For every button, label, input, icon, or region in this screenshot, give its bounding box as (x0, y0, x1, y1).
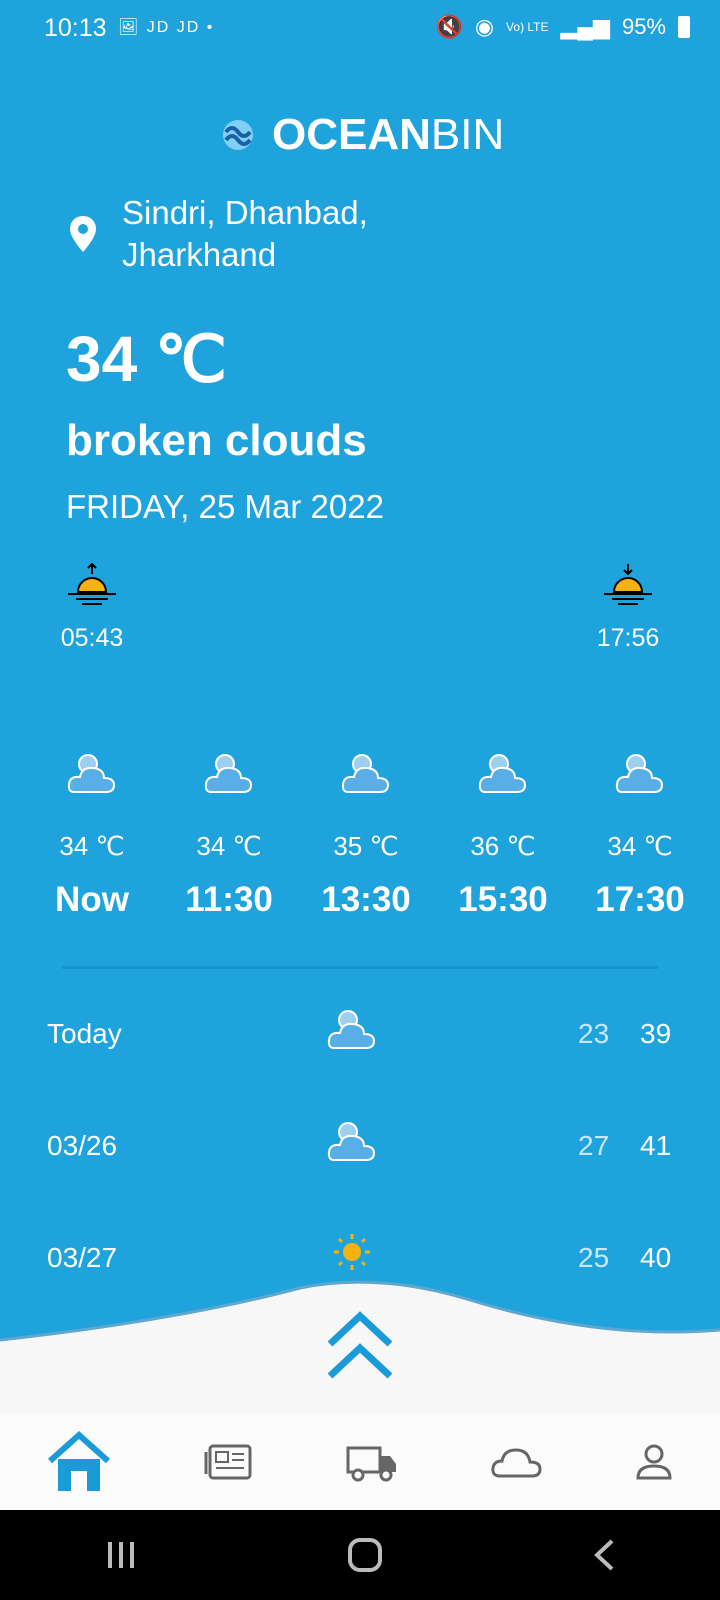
hourly-temp: 35 ℃ (333, 831, 399, 861)
daily-day: 03/27 (47, 1242, 118, 1273)
oceanbin-logo-icon (223, 120, 253, 150)
location: Sindri, Dhanbad, Jharkhand (68, 192, 422, 276)
battery-icon (678, 16, 690, 38)
hourly-time: Now (55, 880, 129, 919)
sunset: 17:56 (588, 562, 668, 653)
mute-icon: 🔇 (435, 14, 463, 39)
hourly-item: 34 ℃ 17:30 (574, 752, 706, 920)
brand-bold: OCEAN (272, 110, 431, 159)
recent-apps-icon[interactable] (104, 1540, 138, 1570)
sunset-icon (604, 564, 652, 605)
signal-icon: ▂▄▆ (560, 14, 610, 39)
hourly-time: 15:30 (458, 880, 548, 919)
home-button-icon[interactable] (347, 1537, 383, 1573)
truck-icon[interactable] (346, 1442, 398, 1482)
weather-icon[interactable] (490, 1442, 542, 1482)
system-nav-bar (0, 1510, 720, 1600)
daily-low: 23 (578, 1018, 610, 1049)
cloud-icon (478, 754, 527, 793)
hourly-temp: 34 ℃ (59, 831, 125, 861)
hourly-time: 11:30 (185, 880, 273, 919)
hourly-temp: 34 ℃ (607, 831, 673, 861)
hourly-item: 34 ℃ 11:30 (163, 752, 295, 920)
cloud-icon (327, 1010, 376, 1049)
cloud-icon (67, 754, 116, 793)
hourly-item: 35 ℃ 13:30 (300, 752, 432, 920)
daily-day: 03/26 (47, 1130, 118, 1161)
hourly-time: 17:30 (595, 880, 685, 919)
status-notification-icons: 🖼 JD JD • (118, 19, 215, 36)
hourly-item: 34 ℃ Now (26, 752, 158, 920)
cloud-icon (341, 754, 390, 793)
daily-low: 25 (578, 1242, 610, 1273)
home-icon[interactable] (46, 1429, 112, 1495)
current-date: FRIDAY, 25 Mar 2022 (66, 488, 384, 525)
daily-row: 03/26 27 41 (0, 1120, 720, 1180)
battery-text: 95% (621, 14, 666, 39)
daily-day: Today (47, 1018, 122, 1049)
hourly-temp: 36 ℃ (470, 831, 536, 861)
divider (62, 966, 658, 969)
hourly-time: 13:30 (321, 880, 411, 919)
network-text: Vo) LTE (506, 20, 549, 34)
daily-high: 41 (640, 1130, 672, 1161)
sunset-time: 17:56 (596, 624, 660, 652)
cloud-icon (615, 754, 664, 793)
app-logo: OCEANBIN (218, 110, 504, 160)
location-line1: Sindri, Dhanbad, (122, 194, 368, 231)
daily-row: Today 23 39 (0, 1008, 720, 1068)
weather-description: broken clouds (66, 416, 367, 465)
status-bar: 10:13 🖼 JD JD • 🔇 ◉ Vo) LTE ▂▄▆ 95% (0, 0, 720, 60)
profile-icon[interactable] (634, 1442, 674, 1482)
daily-low: 27 (578, 1130, 610, 1161)
status-time: 10:13 (44, 14, 107, 42)
daily-high: 39 (640, 1018, 672, 1049)
bottom-nav (0, 1414, 720, 1510)
cloud-icon (327, 1122, 376, 1161)
back-icon[interactable] (592, 1538, 616, 1572)
news-icon[interactable] (204, 1442, 254, 1482)
hourly-item: 36 ℃ 15:30 (437, 752, 569, 920)
hourly-temp: 34 ℃ (196, 831, 262, 861)
daily-high: 40 (640, 1242, 672, 1273)
sunrise-icon (68, 562, 116, 605)
hotspot-icon: ◉ (474, 14, 495, 39)
current-temperature: 34 ℃ (66, 323, 227, 395)
hourly-forecast: 34 ℃ Now 34 ℃ 11:30 35 ℃ 13:30 36 ℃ 15:3… (26, 752, 706, 920)
status-right: 🔇 ◉ Vo) LTE ▂▄▆ 95% (435, 14, 690, 40)
location-pin-icon (70, 216, 96, 252)
brand-light: BIN (430, 110, 505, 159)
cloud-icon (204, 754, 253, 793)
location-line2: Jharkhand (122, 236, 277, 273)
expand-up-icon[interactable] (326, 1310, 394, 1382)
sunrise: 05:43 (52, 562, 132, 653)
sunrise-time: 05:43 (60, 624, 124, 652)
sun-icon (334, 1234, 370, 1270)
